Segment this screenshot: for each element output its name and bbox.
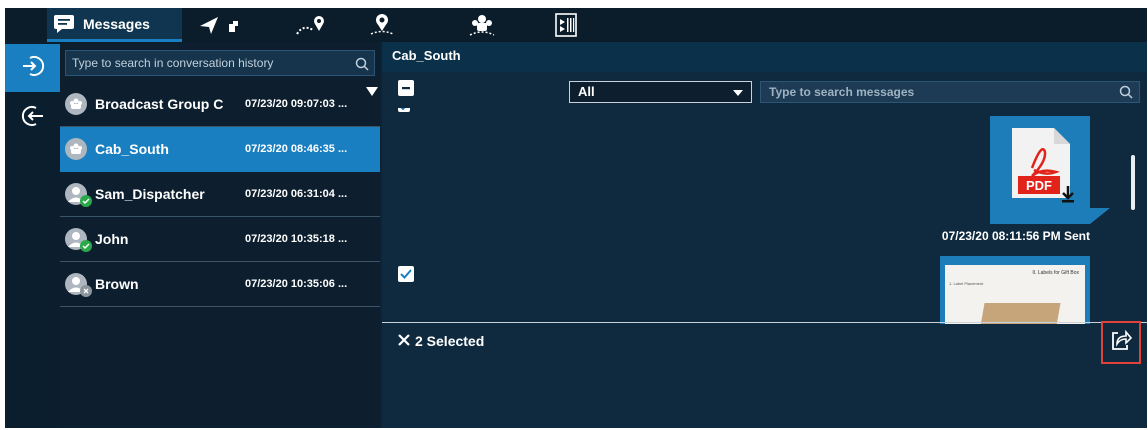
thumbnail-title: II. Labels for Gift Box <box>1032 270 1079 276</box>
expand-caret-icon[interactable] <box>366 87 378 96</box>
thumbnail-subtitle: 1. Label Placement <box>949 281 984 286</box>
app-window: Messages Type to search in conversation … <box>5 8 1147 428</box>
select-all-checkbox[interactable] <box>398 80 414 96</box>
message-list: PDF 07/23/20 08:11:56 PM Sent II. Labels… <box>382 108 1147 324</box>
conversation-name: Cab_South <box>95 141 169 157</box>
clear-selection-icon[interactable] <box>398 333 410 349</box>
scrollbar-thumb[interactable] <box>1131 155 1135 210</box>
conversation-search-input[interactable]: Type to search in conversation history <box>65 50 375 76</box>
chat-title: Cab_South <box>382 42 1147 72</box>
selection-bar: 2 Selected <box>398 333 484 349</box>
video-icon[interactable] <box>549 13 583 37</box>
conversation-time: 07/23/20 10:35:18 ... <box>245 233 348 245</box>
search-icon[interactable] <box>355 55 369 79</box>
left-rail <box>5 42 60 428</box>
conversation-name: John <box>95 231 129 247</box>
filter-select-value: All <box>578 84 595 99</box>
offline-status-icon <box>80 285 92 297</box>
conversation-name: Broadcast Group C <box>95 96 224 112</box>
image-attachment[interactable]: II. Labels for Gift Box 1. Label Placeme… <box>940 256 1090 324</box>
conversation-time: 07/23/20 10:35:06 ... <box>245 278 348 290</box>
group-location-icon[interactable] <box>462 13 502 37</box>
pdf-badge-label: PDF <box>1026 178 1052 193</box>
conversation-row-broadcast-group-c[interactable]: Broadcast Group C 07/23/20 09:07:03 ... <box>60 82 380 127</box>
conversation-name: Sam_Dispatcher <box>95 186 205 202</box>
user-avatar-icon <box>65 228 92 252</box>
divider <box>382 322 1147 323</box>
pdf-file-icon <box>1012 128 1074 203</box>
message-bubble-tail <box>1090 208 1110 224</box>
group-avatar-icon <box>65 138 87 160</box>
route-icon[interactable] <box>290 13 330 37</box>
conversation-row-brown[interactable]: Brown 07/23/20 10:35:06 ... <box>60 262 380 307</box>
conversation-list: Type to search in conversation history B… <box>60 42 380 428</box>
tab-messages-label: Messages <box>83 15 150 32</box>
user-avatar-icon <box>65 183 92 207</box>
send-location-icon[interactable] <box>195 13 245 37</box>
conversation-time: 07/23/20 08:46:35 ... <box>245 143 348 155</box>
conversation-row-sam-dispatcher[interactable]: Sam_Dispatcher 07/23/20 06:31:04 ... <box>60 172 380 217</box>
search-icon[interactable] <box>1119 85 1133 105</box>
user-avatar-icon <box>65 273 92 297</box>
logout-icon <box>21 104 45 133</box>
message-search-input[interactable]: Type to search messages <box>760 81 1140 103</box>
chat-panel: Cab_South All Type to search messages PD… <box>382 42 1147 428</box>
selection-count: 2 Selected <box>415 333 485 349</box>
conversation-name: Brown <box>95 276 139 292</box>
conversation-row-john[interactable]: John 07/23/20 10:35:18 ... <box>60 217 380 262</box>
image-thumbnail: II. Labels for Gift Box 1. Label Placeme… <box>945 265 1085 324</box>
logout-button[interactable] <box>5 94 60 142</box>
tab-messages[interactable]: Messages <box>47 8 182 42</box>
online-status-icon <box>80 195 92 207</box>
top-toolbar: Messages <box>5 8 1147 42</box>
message-timestamp: 07/23/20 08:11:56 PM Sent <box>941 229 1090 243</box>
conversation-search-placeholder: Type to search in conversation history <box>72 56 274 70</box>
forward-icon <box>1109 328 1133 357</box>
message-checkbox[interactable] <box>398 266 414 282</box>
message-checkbox[interactable] <box>398 108 410 112</box>
group-avatar-icon <box>65 93 87 115</box>
pdf-attachment[interactable]: PDF <box>990 116 1090 224</box>
thumbnail-box-shape <box>977 303 1061 324</box>
online-status-icon <box>80 240 92 252</box>
map-pin-icon[interactable] <box>362 13 402 37</box>
message-search-placeholder: Type to search messages <box>769 85 915 99</box>
login-button[interactable] <box>5 44 60 92</box>
conversation-time: 07/23/20 09:07:03 ... <box>245 98 348 110</box>
chevron-down-icon <box>733 90 743 96</box>
message-filter-select[interactable]: All <box>569 81 752 103</box>
login-icon <box>21 54 45 83</box>
forward-button[interactable] <box>1101 321 1141 364</box>
conversation-time: 07/23/20 06:31:04 ... <box>245 188 348 200</box>
chat-icon <box>53 14 75 34</box>
conversation-row-cab-south[interactable]: Cab_South 07/23/20 08:46:35 ... <box>60 127 380 172</box>
